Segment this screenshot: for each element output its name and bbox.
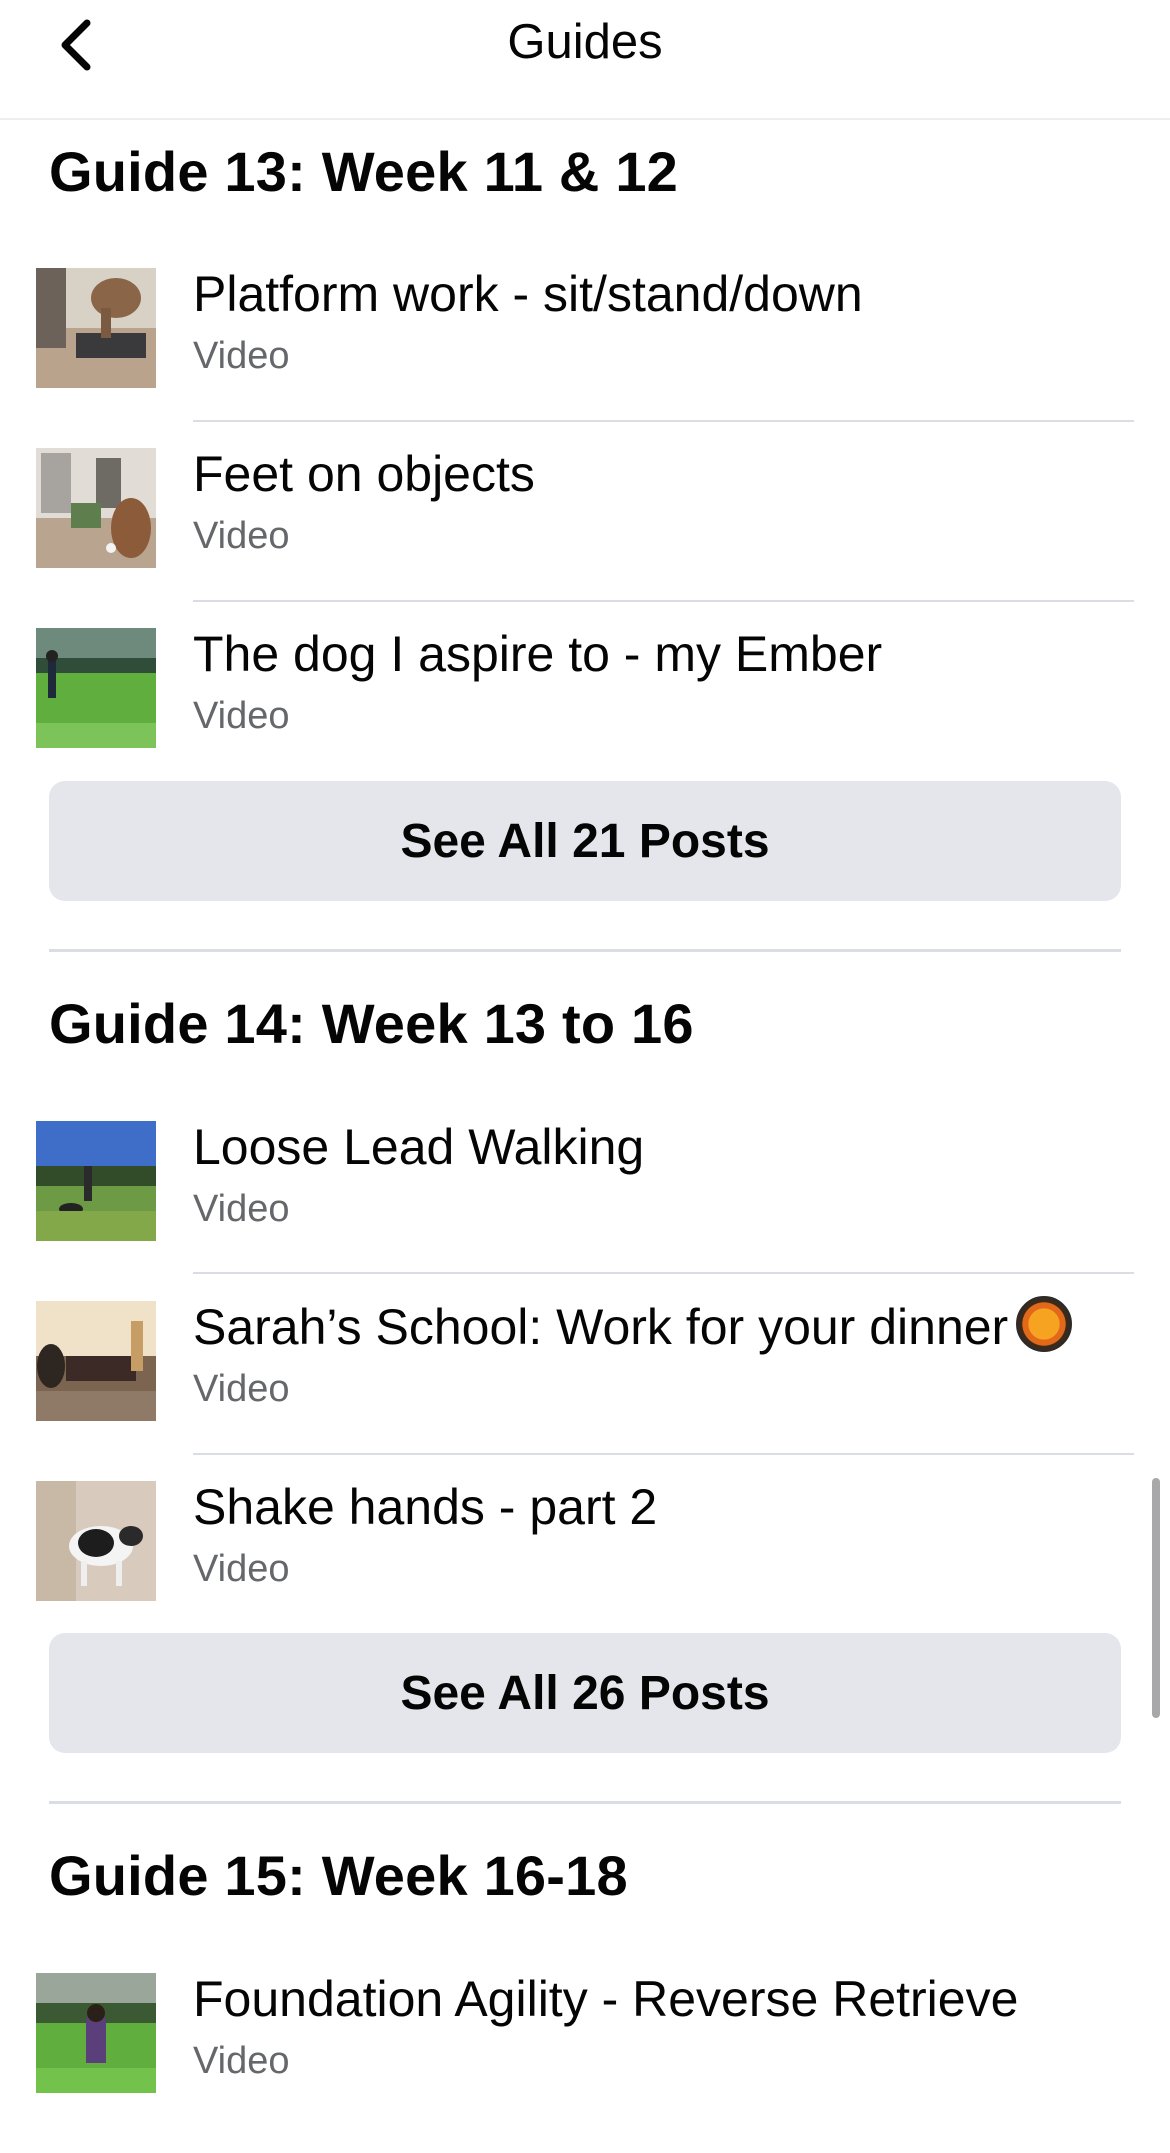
item-title: The dog I aspire to - my Ember: [193, 626, 883, 682]
video-thumbnail: [36, 1121, 156, 1241]
see-all-posts-button[interactable]: See All 26 Posts: [49, 1633, 1121, 1753]
item-title: Shake hands - part 2: [193, 1479, 658, 1535]
video-thumbnail: [36, 268, 156, 388]
divider: [193, 1272, 1134, 1274]
section-divider: [49, 949, 1121, 952]
item-type: Video: [193, 515, 290, 557]
item-type: Video: [193, 2040, 290, 2082]
guide-title: Guide 15: Week 16-18: [49, 1844, 628, 1907]
item-type: Video: [193, 695, 290, 737]
item-type: Video: [193, 1368, 290, 1410]
section-divider: [49, 1801, 1121, 1804]
item-title: Foundation Agility - Reverse Retrieve: [193, 1971, 1019, 2027]
divider: [193, 600, 1134, 602]
guide-title: Guide 13: Week 11 & 12: [49, 140, 679, 203]
divider: [193, 420, 1134, 422]
video-thumbnail: [36, 448, 156, 568]
video-thumbnail: [36, 1481, 156, 1601]
see-all-posts-button[interactable]: See All 21 Posts: [49, 781, 1121, 901]
guide-title: Guide 14: Week 13 to 16: [49, 992, 694, 1055]
nav-bar: Guides: [0, 0, 1170, 120]
video-thumbnail: [36, 1973, 156, 2093]
item-type: Video: [193, 1188, 290, 1230]
item-title: Platform work - sit/stand/down: [193, 266, 863, 322]
scrollbar[interactable]: [1152, 1478, 1160, 1718]
video-thumbnail: [36, 1301, 156, 1421]
item-title-text: Sarah’s School: Work for your dinner: [193, 1299, 1009, 1355]
video-thumbnail: [36, 628, 156, 748]
divider: [193, 1453, 1134, 1455]
item-title: Loose Lead Walking: [193, 1119, 645, 1175]
page-title: Guides: [507, 15, 663, 69]
list-item[interactable]: Foundation Agility - Reverse Retrieve Vi…: [0, 1971, 1170, 2153]
item-title: Sarah’s School: Work for your dinner: [193, 1296, 1073, 1358]
list-item[interactable]: Loose Lead Walking Video: [0, 1119, 1170, 1301]
item-type: Video: [193, 1548, 290, 1590]
item-title: Feet on objects: [193, 446, 535, 502]
item-type: Video: [193, 335, 290, 377]
cooking-pan-icon: [1016, 1296, 1073, 1352]
